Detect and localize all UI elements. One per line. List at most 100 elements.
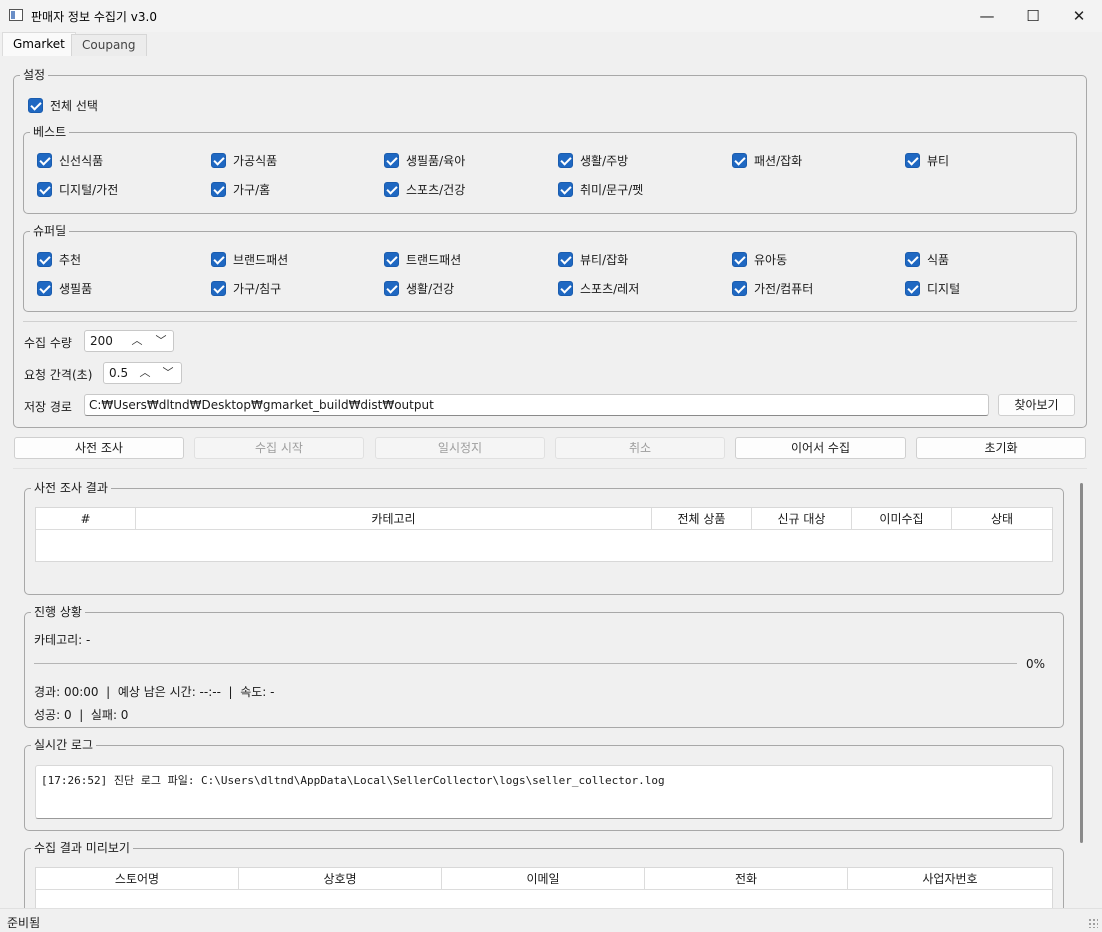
checkbox-checked-icon <box>732 152 747 168</box>
best-category-checkbox[interactable]: 가공식품 <box>211 151 277 169</box>
progress-bar <box>34 663 1017 664</box>
progress-time-line: 경과: 00:00 | 예상 남은 시간: --:-- | 속도: - <box>34 685 275 699</box>
superdeal-category-checkbox[interactable]: 가구/침구 <box>211 279 281 297</box>
superdeal-category-checkbox[interactable]: 브랜드패션 <box>211 250 288 268</box>
best-category-checkbox[interactable]: 가구/홈 <box>211 180 270 198</box>
best-category-checkbox[interactable]: 패션/잡화 <box>732 151 802 169</box>
column-header-index[interactable]: # <box>36 508 136 530</box>
tab-gmarket[interactable]: Gmarket <box>2 32 76 56</box>
interval-label: 요청 간격(초) <box>24 368 93 382</box>
resume-button[interactable]: 이어서 수집 <box>735 437 906 459</box>
column-header-phone[interactable]: 전화 <box>645 868 848 890</box>
superdeal-category-checkbox[interactable]: 생활/건강 <box>384 279 454 297</box>
checkbox-checked-icon <box>384 152 399 168</box>
chevron-down-icon[interactable]: ﹀ <box>153 333 169 349</box>
settings-group-title: 설정 <box>20 67 49 83</box>
superdeal-category-checkbox[interactable]: 디지털 <box>905 279 960 297</box>
preview-table[interactable]: 스토어명 상호명 이메일 전화 사업자번호 <box>35 867 1053 908</box>
chevron-up-icon[interactable]: ︿ <box>129 333 145 349</box>
browse-button[interactable]: 찾아보기 <box>998 394 1075 416</box>
superdeal-category-checkbox-label: 스포츠/레저 <box>580 281 640 296</box>
precheck-table[interactable]: # 카테고리 전체 상품 신규 대상 이미수집 상태 <box>35 507 1053 562</box>
precheck-button[interactable]: 사전 조사 <box>14 437 184 459</box>
best-category-checkbox[interactable]: 디지털/가전 <box>37 180 118 198</box>
log-title: 실시간 로그 <box>31 737 97 753</box>
checkbox-checked-icon <box>37 280 52 296</box>
best-category-checkbox-label: 생필품/육아 <box>406 153 466 168</box>
start-button[interactable]: 수집 시작 <box>194 437 364 459</box>
checkbox-checked-icon <box>37 152 52 168</box>
superdeal-category-checkbox-label: 가전/컴퓨터 <box>754 281 814 296</box>
superdeal-category-checkbox-label: 생필품 <box>59 281 93 296</box>
log-group: 실시간 로그 [17:26:52] 진단 로그 파일: C:\Users\dlt… <box>24 737 1064 831</box>
best-category-checkbox[interactable]: 신선식품 <box>37 151 103 169</box>
close-button[interactable]: ✕ <box>1056 0 1102 32</box>
select-all-checkbox[interactable]: 전체 선택 <box>28 96 98 114</box>
interval-spinbox[interactable]: 0.5 ︿ ﹀ <box>103 362 182 384</box>
column-header-category[interactable]: 카테고리 <box>136 508 652 530</box>
best-category-checkbox-label: 생활/주방 <box>580 153 629 168</box>
title-bar: 판매자 정보 수집기 v3.0 — ☐ ✕ <box>0 0 1102 32</box>
column-header-business-number[interactable]: 사업자번호 <box>848 868 1052 890</box>
path-input[interactable]: C:₩Users₩dltnd₩Desktop₩gmarket_build₩dis… <box>84 394 989 416</box>
superdeal-category-checkbox-label: 유아동 <box>754 252 788 267</box>
checkbox-checked-icon <box>905 280 920 296</box>
superdeal-category-checkbox-label: 트랜드패션 <box>406 252 462 267</box>
chevron-down-icon[interactable]: ﹀ <box>160 365 176 381</box>
superdeal-category-checkbox[interactable]: 유아동 <box>732 250 787 268</box>
checkbox-checked-icon <box>211 280 226 296</box>
log-text-area[interactable]: [17:26:52] 진단 로그 파일: C:\Users\dltnd\AppD… <box>35 765 1053 819</box>
best-category-checkbox-label: 뷰티 <box>927 153 950 168</box>
checkbox-checked-icon <box>732 251 747 267</box>
tab-coupang[interactable]: Coupang <box>71 34 147 56</box>
best-group-title: 베스트 <box>30 124 70 140</box>
checkbox-checked-icon <box>211 181 226 197</box>
interval-value: 0.5 <box>109 366 129 380</box>
checkbox-checked-icon <box>211 152 226 168</box>
vertical-scrollbar[interactable] <box>1080 483 1083 843</box>
superdeal-category-checkbox[interactable]: 식품 <box>905 250 949 268</box>
best-category-checkbox[interactable]: 스포츠/건강 <box>384 180 465 198</box>
count-spinbox[interactable]: 200 ︿ ﹀ <box>84 330 174 352</box>
pause-button[interactable]: 일시정지 <box>375 437 545 459</box>
best-category-checkbox-label: 디지털/가전 <box>59 182 119 197</box>
best-category-checkbox[interactable]: 생필품/육아 <box>384 151 465 169</box>
column-header-collected[interactable]: 이미수집 <box>852 508 952 530</box>
column-header-store[interactable]: 스토어명 <box>36 868 239 890</box>
column-header-company[interactable]: 상호명 <box>239 868 442 890</box>
best-category-checkbox[interactable]: 생활/주방 <box>558 151 628 169</box>
superdeal-category-checkbox-label: 생활/건강 <box>406 281 455 296</box>
superdeal-category-checkbox[interactable]: 트랜드패션 <box>384 250 461 268</box>
checkbox-checked-icon <box>211 251 226 267</box>
checkbox-checked-icon <box>558 280 573 296</box>
column-header-status[interactable]: 상태 <box>952 508 1052 530</box>
maximize-button[interactable]: ☐ <box>1010 0 1056 32</box>
count-label: 수집 수량 <box>24 336 72 350</box>
checkbox-checked-icon <box>905 152 920 168</box>
reset-button[interactable]: 초기화 <box>916 437 1086 459</box>
column-header-email[interactable]: 이메일 <box>442 868 645 890</box>
superdeal-category-checkbox-label: 식품 <box>927 252 950 267</box>
superdeal-category-checkbox[interactable]: 가전/컴퓨터 <box>732 279 813 297</box>
superdeal-category-checkbox-label: 뷰티/잡화 <box>580 252 629 267</box>
chevron-up-icon[interactable]: ︿ <box>137 365 153 381</box>
checkbox-checked-icon <box>905 251 920 267</box>
column-header-new[interactable]: 신규 대상 <box>752 508 852 530</box>
superdeal-category-checkbox[interactable]: 뷰티/잡화 <box>558 250 628 268</box>
superdeal-category-checkbox[interactable]: 스포츠/레저 <box>558 279 639 297</box>
log-line: [17:26:52] 진단 로그 파일: C:\Users\dltnd\AppD… <box>41 774 665 787</box>
checkbox-checked-icon <box>37 181 52 197</box>
status-bar: 준비됨 <box>0 908 1102 932</box>
column-header-total[interactable]: 전체 상품 <box>652 508 752 530</box>
superdeal-category-checkbox[interactable]: 생필품 <box>37 279 92 297</box>
precheck-result-group: 사전 조사 결과 # 카테고리 전체 상품 신규 대상 이미수집 상태 <box>24 480 1064 595</box>
best-category-checkbox[interactable]: 뷰티 <box>905 151 949 169</box>
cancel-button[interactable]: 취소 <box>555 437 725 459</box>
resize-grip-icon[interactable] <box>1088 918 1098 928</box>
best-category-checkbox[interactable]: 취미/문구/펫 <box>558 180 643 198</box>
superdeal-category-checkbox[interactable]: 추천 <box>37 250 81 268</box>
minimize-button[interactable]: — <box>964 0 1010 32</box>
results-scroll-area[interactable]: 사전 조사 결과 # 카테고리 전체 상품 신규 대상 이미수집 상태 진행 상… <box>13 468 1087 908</box>
select-all-label: 전체 선택 <box>50 98 98 113</box>
superdeal-category-checkbox-label: 브랜드패션 <box>233 252 289 267</box>
